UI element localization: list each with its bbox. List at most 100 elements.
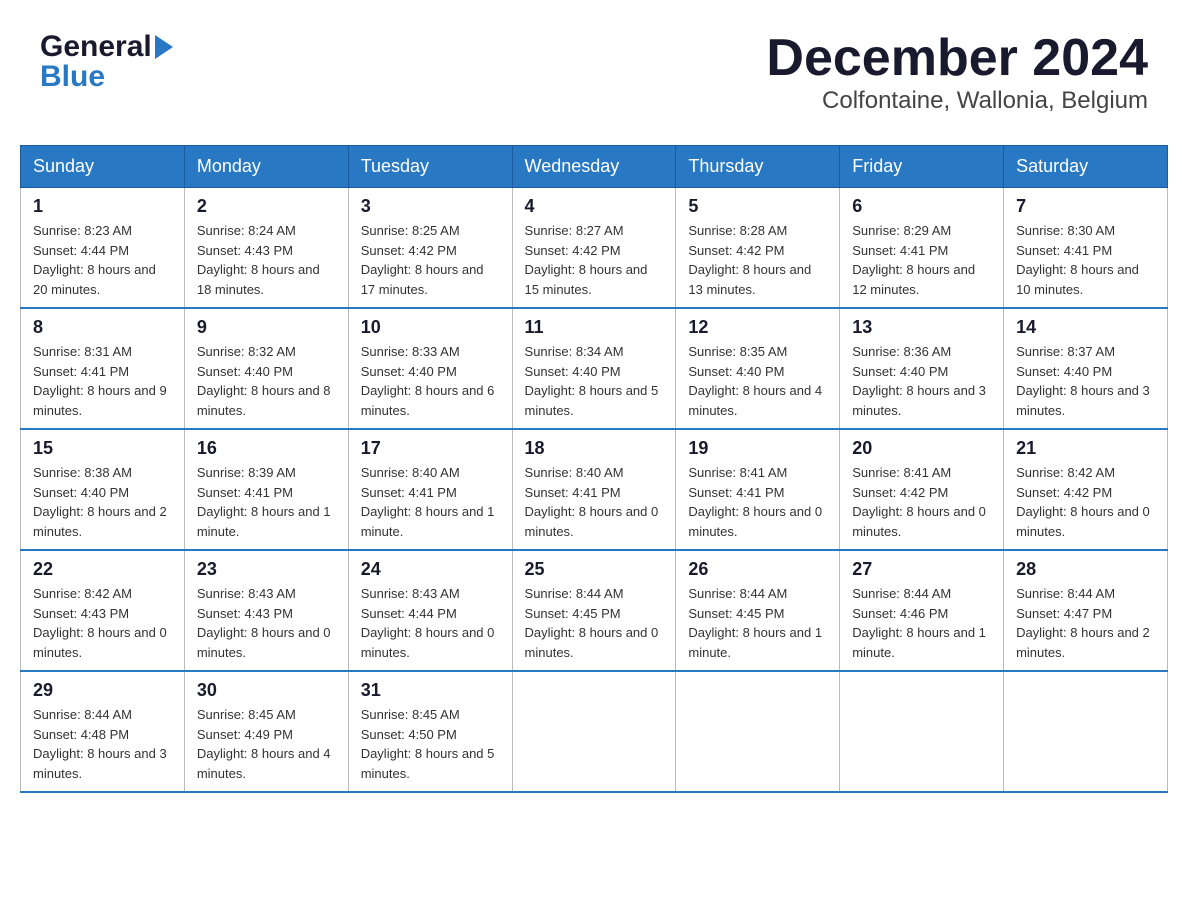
day-number: 31 <box>361 680 500 701</box>
logo-blue-text: Blue <box>40 60 105 94</box>
header-thursday: Thursday <box>676 146 840 188</box>
day-number: 16 <box>197 438 336 459</box>
week-row-1: 1 Sunrise: 8:23 AM Sunset: 4:44 PM Dayli… <box>21 188 1168 309</box>
day-number: 29 <box>33 680 172 701</box>
table-row: 5 Sunrise: 8:28 AM Sunset: 4:42 PM Dayli… <box>676 188 840 309</box>
day-number: 20 <box>852 438 991 459</box>
table-row: 21 Sunrise: 8:42 AM Sunset: 4:42 PM Dayl… <box>1004 429 1168 550</box>
weekday-header-row: Sunday Monday Tuesday Wednesday Thursday… <box>21 146 1168 188</box>
table-row: 20 Sunrise: 8:41 AM Sunset: 4:42 PM Dayl… <box>840 429 1004 550</box>
page-header: General Blue December 2024 Colfontaine, … <box>20 20 1168 125</box>
day-number: 10 <box>361 317 500 338</box>
table-row: 3 Sunrise: 8:25 AM Sunset: 4:42 PM Dayli… <box>348 188 512 309</box>
day-info: Sunrise: 8:28 AM Sunset: 4:42 PM Dayligh… <box>688 221 827 299</box>
day-number: 15 <box>33 438 172 459</box>
day-info: Sunrise: 8:25 AM Sunset: 4:42 PM Dayligh… <box>361 221 500 299</box>
table-row: 12 Sunrise: 8:35 AM Sunset: 4:40 PM Dayl… <box>676 308 840 429</box>
day-info: Sunrise: 8:44 AM Sunset: 4:48 PM Dayligh… <box>33 705 172 783</box>
title-section: December 2024 Colfontaine, Wallonia, Bel… <box>766 30 1148 115</box>
header-monday: Monday <box>184 146 348 188</box>
table-row: 4 Sunrise: 8:27 AM Sunset: 4:42 PM Dayli… <box>512 188 676 309</box>
table-row: 15 Sunrise: 8:38 AM Sunset: 4:40 PM Dayl… <box>21 429 185 550</box>
header-saturday: Saturday <box>1004 146 1168 188</box>
table-row: 23 Sunrise: 8:43 AM Sunset: 4:43 PM Dayl… <box>184 550 348 671</box>
day-info: Sunrise: 8:27 AM Sunset: 4:42 PM Dayligh… <box>525 221 664 299</box>
day-number: 21 <box>1016 438 1155 459</box>
table-row: 9 Sunrise: 8:32 AM Sunset: 4:40 PM Dayli… <box>184 308 348 429</box>
day-info: Sunrise: 8:44 AM Sunset: 4:45 PM Dayligh… <box>688 584 827 662</box>
header-wednesday: Wednesday <box>512 146 676 188</box>
table-row: 11 Sunrise: 8:34 AM Sunset: 4:40 PM Dayl… <box>512 308 676 429</box>
day-number: 9 <box>197 317 336 338</box>
table-row: 13 Sunrise: 8:36 AM Sunset: 4:40 PM Dayl… <box>840 308 1004 429</box>
table-row: 7 Sunrise: 8:30 AM Sunset: 4:41 PM Dayli… <box>1004 188 1168 309</box>
table-row: 29 Sunrise: 8:44 AM Sunset: 4:48 PM Dayl… <box>21 671 185 792</box>
day-info: Sunrise: 8:24 AM Sunset: 4:43 PM Dayligh… <box>197 221 336 299</box>
day-number: 24 <box>361 559 500 580</box>
table-row: 19 Sunrise: 8:41 AM Sunset: 4:41 PM Dayl… <box>676 429 840 550</box>
logo-general-text: General <box>40 30 152 64</box>
table-row: 2 Sunrise: 8:24 AM Sunset: 4:43 PM Dayli… <box>184 188 348 309</box>
table-row: 27 Sunrise: 8:44 AM Sunset: 4:46 PM Dayl… <box>840 550 1004 671</box>
day-info: Sunrise: 8:41 AM Sunset: 4:42 PM Dayligh… <box>852 463 991 541</box>
table-row <box>512 671 676 792</box>
day-number: 17 <box>361 438 500 459</box>
table-row: 8 Sunrise: 8:31 AM Sunset: 4:41 PM Dayli… <box>21 308 185 429</box>
day-info: Sunrise: 8:30 AM Sunset: 4:41 PM Dayligh… <box>1016 221 1155 299</box>
day-info: Sunrise: 8:45 AM Sunset: 4:50 PM Dayligh… <box>361 705 500 783</box>
day-number: 25 <box>525 559 664 580</box>
week-row-2: 8 Sunrise: 8:31 AM Sunset: 4:41 PM Dayli… <box>21 308 1168 429</box>
day-info: Sunrise: 8:44 AM Sunset: 4:47 PM Dayligh… <box>1016 584 1155 662</box>
day-info: Sunrise: 8:35 AM Sunset: 4:40 PM Dayligh… <box>688 342 827 420</box>
day-info: Sunrise: 8:36 AM Sunset: 4:40 PM Dayligh… <box>852 342 991 420</box>
day-number: 19 <box>688 438 827 459</box>
table-row: 28 Sunrise: 8:44 AM Sunset: 4:47 PM Dayl… <box>1004 550 1168 671</box>
day-number: 18 <box>525 438 664 459</box>
day-number: 30 <box>197 680 336 701</box>
table-row: 30 Sunrise: 8:45 AM Sunset: 4:49 PM Dayl… <box>184 671 348 792</box>
day-number: 27 <box>852 559 991 580</box>
table-row <box>1004 671 1168 792</box>
table-row: 17 Sunrise: 8:40 AM Sunset: 4:41 PM Dayl… <box>348 429 512 550</box>
day-info: Sunrise: 8:38 AM Sunset: 4:40 PM Dayligh… <box>33 463 172 541</box>
day-info: Sunrise: 8:39 AM Sunset: 4:41 PM Dayligh… <box>197 463 336 541</box>
calendar-table: Sunday Monday Tuesday Wednesday Thursday… <box>20 145 1168 793</box>
day-info: Sunrise: 8:43 AM Sunset: 4:43 PM Dayligh… <box>197 584 336 662</box>
day-info: Sunrise: 8:42 AM Sunset: 4:43 PM Dayligh… <box>33 584 172 662</box>
day-number: 26 <box>688 559 827 580</box>
table-row: 26 Sunrise: 8:44 AM Sunset: 4:45 PM Dayl… <box>676 550 840 671</box>
day-number: 7 <box>1016 196 1155 217</box>
day-number: 5 <box>688 196 827 217</box>
day-number: 3 <box>361 196 500 217</box>
day-number: 28 <box>1016 559 1155 580</box>
day-number: 13 <box>852 317 991 338</box>
day-info: Sunrise: 8:23 AM Sunset: 4:44 PM Dayligh… <box>33 221 172 299</box>
table-row: 31 Sunrise: 8:45 AM Sunset: 4:50 PM Dayl… <box>348 671 512 792</box>
day-number: 8 <box>33 317 172 338</box>
day-info: Sunrise: 8:44 AM Sunset: 4:45 PM Dayligh… <box>525 584 664 662</box>
day-info: Sunrise: 8:34 AM Sunset: 4:40 PM Dayligh… <box>525 342 664 420</box>
header-friday: Friday <box>840 146 1004 188</box>
day-info: Sunrise: 8:40 AM Sunset: 4:41 PM Dayligh… <box>525 463 664 541</box>
day-number: 4 <box>525 196 664 217</box>
header-tuesday: Tuesday <box>348 146 512 188</box>
week-row-5: 29 Sunrise: 8:44 AM Sunset: 4:48 PM Dayl… <box>21 671 1168 792</box>
table-row: 1 Sunrise: 8:23 AM Sunset: 4:44 PM Dayli… <box>21 188 185 309</box>
day-info: Sunrise: 8:40 AM Sunset: 4:41 PM Dayligh… <box>361 463 500 541</box>
day-info: Sunrise: 8:31 AM Sunset: 4:41 PM Dayligh… <box>33 342 172 420</box>
week-row-3: 15 Sunrise: 8:38 AM Sunset: 4:40 PM Dayl… <box>21 429 1168 550</box>
day-info: Sunrise: 8:37 AM Sunset: 4:40 PM Dayligh… <box>1016 342 1155 420</box>
table-row: 25 Sunrise: 8:44 AM Sunset: 4:45 PM Dayl… <box>512 550 676 671</box>
day-info: Sunrise: 8:44 AM Sunset: 4:46 PM Dayligh… <box>852 584 991 662</box>
day-info: Sunrise: 8:45 AM Sunset: 4:49 PM Dayligh… <box>197 705 336 783</box>
day-number: 11 <box>525 317 664 338</box>
day-number: 6 <box>852 196 991 217</box>
table-row: 18 Sunrise: 8:40 AM Sunset: 4:41 PM Dayl… <box>512 429 676 550</box>
logo: General Blue <box>40 30 173 94</box>
day-info: Sunrise: 8:29 AM Sunset: 4:41 PM Dayligh… <box>852 221 991 299</box>
table-row: 14 Sunrise: 8:37 AM Sunset: 4:40 PM Dayl… <box>1004 308 1168 429</box>
day-info: Sunrise: 8:32 AM Sunset: 4:40 PM Dayligh… <box>197 342 336 420</box>
day-info: Sunrise: 8:43 AM Sunset: 4:44 PM Dayligh… <box>361 584 500 662</box>
month-year-title: December 2024 <box>766 30 1148 87</box>
day-info: Sunrise: 8:41 AM Sunset: 4:41 PM Dayligh… <box>688 463 827 541</box>
